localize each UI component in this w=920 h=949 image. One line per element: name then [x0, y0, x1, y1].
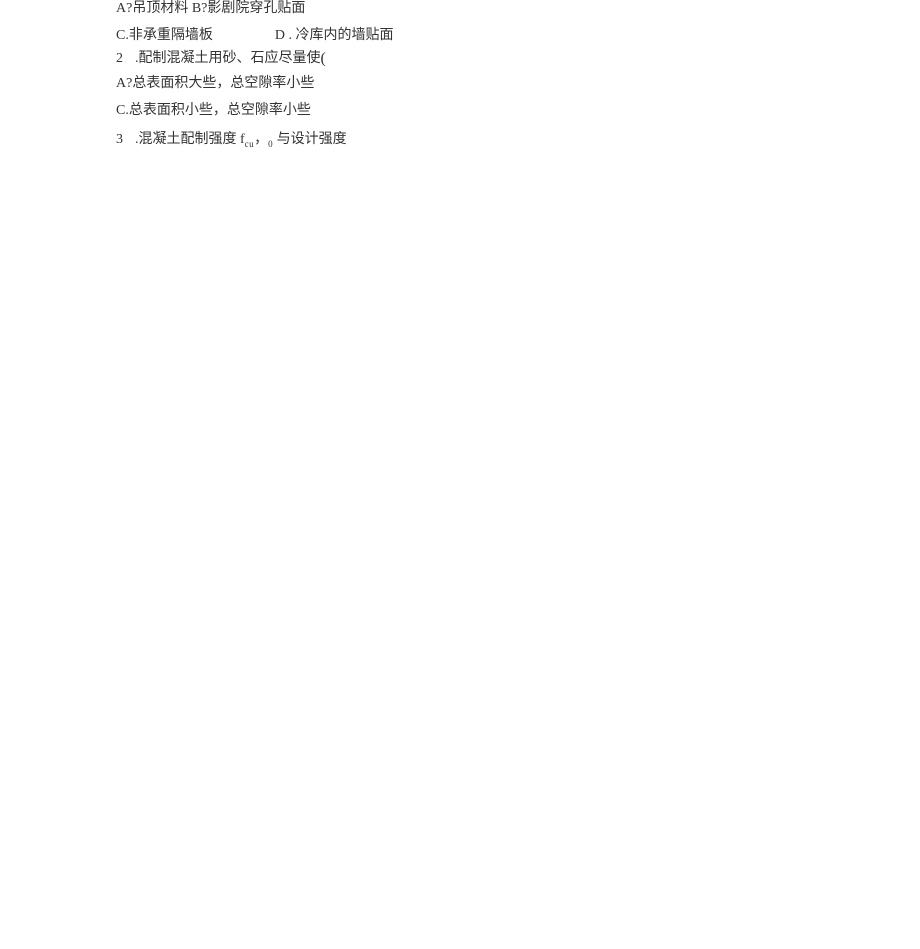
text-a: .混凝土配制强度 f [135, 132, 245, 147]
question-number: 3 [116, 132, 123, 147]
option-line-a2: A?总表面积大些，总空隙率小些 [116, 77, 920, 91]
question-2-line: 2 .配制混凝土用砂、石应尽量使( [116, 51, 920, 67]
option-line-cd: C.非承重隔墙板 D . 冷库内的墙贴面 [116, 29, 920, 43]
text: A?总表面积大些，总空隙率小些 [116, 76, 314, 91]
text-b: 与设计强度 [273, 132, 347, 147]
option-d-text: D . 冷库内的墙贴面 [275, 28, 394, 43]
open-paren: ( [321, 50, 326, 67]
text: C.总表面积小些，总空隙率小些 [116, 103, 311, 118]
question-number: 2 [116, 51, 123, 66]
question-text: .配制混凝土用砂、石应尽量使 [135, 51, 321, 66]
option-line-c2: C.总表面积小些，总空隙率小些 [116, 104, 920, 118]
option-line-ab: A?吊顶材料 B?影剧院穿孔贴面 [116, 2, 920, 16]
text: A?吊顶材料 B?影剧院穿孔贴面 [116, 1, 305, 16]
option-c-text: C.非承重隔墙板 [116, 28, 213, 43]
subscript-cu: cu [245, 139, 255, 149]
document-page: A?吊顶材料 B?影剧院穿孔贴面 C.非承重隔墙板 D . 冷库内的墙贴面 2 .配… [0, 0, 920, 149]
question-3-line: 3.混凝土配制强度 fcu，0 与设计强度 [116, 133, 920, 149]
comma: ， [254, 132, 268, 147]
